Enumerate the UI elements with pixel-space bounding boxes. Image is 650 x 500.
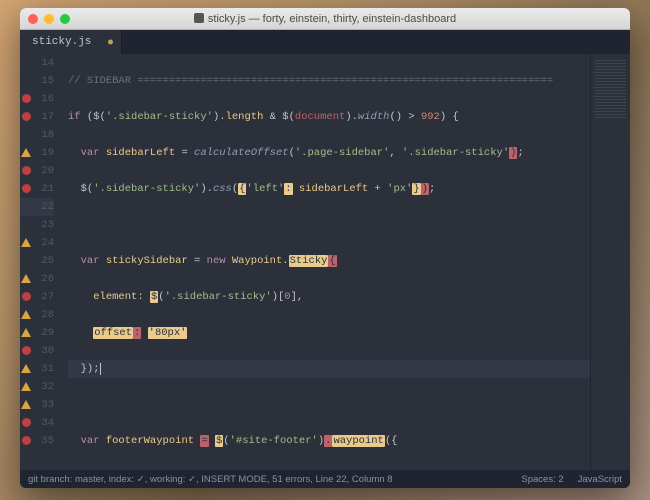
window-controls	[20, 14, 70, 24]
line-number: 27	[20, 288, 54, 306]
status-bar: git branch: master, index: ✓, working: ✓…	[20, 470, 630, 488]
warning-icon	[21, 310, 31, 319]
tab-bar: sticky.js	[20, 30, 630, 54]
close-icon[interactable]	[28, 14, 38, 24]
line-number: 31	[20, 360, 54, 378]
line-number: 21	[20, 180, 54, 198]
error-icon	[22, 346, 31, 355]
error-icon	[22, 418, 31, 427]
warning-icon	[21, 382, 31, 391]
line-gutter: 1415161718192021222324252627282930313233…	[20, 54, 60, 470]
line-number: 30	[20, 342, 54, 360]
error-icon	[22, 112, 31, 121]
warning-icon	[21, 148, 31, 157]
error-icon	[22, 436, 31, 445]
titlebar: sticky.js — forty, einstein, thirty, ein…	[20, 8, 630, 30]
warning-icon	[21, 274, 31, 283]
error-icon	[22, 94, 31, 103]
line-number: 23	[20, 216, 54, 234]
warning-icon	[21, 328, 31, 337]
warning-icon	[21, 238, 31, 247]
line-number: 15	[20, 72, 54, 90]
line-number: 24	[20, 234, 54, 252]
editor-window: sticky.js — forty, einstein, thirty, ein…	[20, 8, 630, 488]
tab-sticky-js[interactable]: sticky.js	[20, 30, 122, 54]
line-number: 35	[20, 432, 54, 450]
line-number: 34	[20, 414, 54, 432]
status-spaces[interactable]: Spaces: 2	[521, 474, 563, 485]
line-number: 28	[20, 306, 54, 324]
zoom-icon[interactable]	[60, 14, 70, 24]
error-icon	[22, 184, 31, 193]
line-number: 26	[20, 270, 54, 288]
status-language[interactable]: JavaScript	[578, 474, 622, 485]
line-number: 22	[20, 198, 54, 216]
line-number: 33	[20, 396, 54, 414]
minimap[interactable]	[590, 54, 630, 470]
line-number: 20	[20, 162, 54, 180]
line-number: 29	[20, 324, 54, 342]
error-icon	[22, 292, 31, 301]
tab-label: sticky.js	[32, 36, 91, 48]
line-number: 19	[20, 144, 54, 162]
minimize-icon[interactable]	[44, 14, 54, 24]
error-icon	[22, 166, 31, 175]
line-number: 25	[20, 252, 54, 270]
line-number: 18	[20, 126, 54, 144]
code-content[interactable]: // SIDEBAR =============================…	[60, 54, 590, 470]
status-left: git branch: master, index: ✓, working: ✓…	[28, 474, 393, 485]
warning-icon	[21, 364, 31, 373]
editor-area[interactable]: 1415161718192021222324252627282930313233…	[20, 54, 630, 470]
line-number: 32	[20, 378, 54, 396]
line-number: 16	[20, 90, 54, 108]
line-number: 14	[20, 54, 54, 72]
window-title: sticky.js — forty, einstein, thirty, ein…	[20, 13, 630, 25]
line-number: 17	[20, 108, 54, 126]
file-icon	[194, 13, 204, 23]
warning-icon	[21, 400, 31, 409]
